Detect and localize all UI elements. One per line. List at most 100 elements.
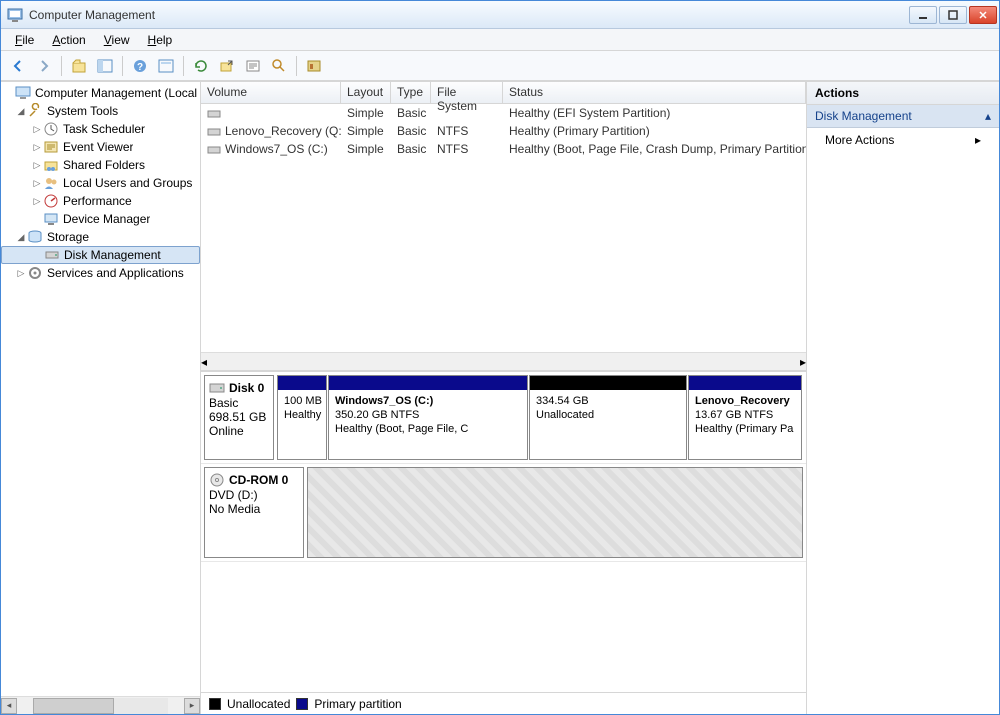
computer-management-window: Computer Management File Action View Hel…	[0, 0, 1000, 715]
menu-file[interactable]: File	[7, 31, 42, 49]
volume-list: Volume Layout Type File System Status Si…	[201, 82, 806, 372]
scroll-left-icon[interactable]: ◂	[1, 698, 17, 714]
tree-scrollbar[interactable]: ◂ ▸	[1, 696, 200, 714]
tree-root[interactable]: Computer Management (Local	[1, 84, 200, 102]
scroll-right-icon[interactable]: ▸	[800, 355, 806, 369]
col-volume[interactable]: Volume	[201, 82, 341, 103]
menu-help[interactable]: Help	[140, 31, 181, 49]
up-button[interactable]	[68, 55, 90, 77]
scroll-right-icon[interactable]: ▸	[184, 698, 200, 714]
partition[interactable]: 334.54 GBUnallocated	[529, 375, 687, 460]
expander-icon[interactable]: ▷	[31, 178, 43, 189]
users-icon	[43, 175, 59, 191]
menu-action[interactable]: Action	[44, 31, 93, 49]
menu-view[interactable]: View	[96, 31, 138, 49]
disk-info[interactable]: CD-ROM 0DVD (D:)No Media	[204, 467, 304, 558]
volume-row[interactable]: Lenovo_Recovery (Q:)SimpleBasicNTFSHealt…	[201, 122, 806, 140]
expander-icon[interactable]: ◢	[15, 232, 27, 243]
event-icon	[43, 139, 59, 155]
tools-icon	[27, 103, 43, 119]
partition[interactable]: Lenovo_Recovery13.67 GB NTFSHealthy (Pri…	[688, 375, 802, 460]
disk-info[interactable]: Disk 0Basic698.51 GBOnline	[204, 375, 274, 460]
volume-row[interactable]: SimpleBasicHealthy (EFI System Partition…	[201, 104, 806, 122]
legend-primary-swatch	[296, 698, 308, 710]
app-icon	[7, 7, 23, 23]
computer-icon	[15, 85, 31, 101]
partition[interactable]: 100 MBHealthy	[277, 375, 327, 460]
device-icon	[43, 211, 59, 227]
services-icon	[27, 265, 43, 281]
tree-device-manager[interactable]: Device Manager	[1, 210, 200, 228]
expander-icon[interactable]: ▷	[31, 196, 43, 207]
legend-unallocated-swatch	[209, 698, 221, 710]
extra-button[interactable]	[303, 55, 325, 77]
storage-icon	[27, 229, 43, 245]
disk-row[interactable]: Disk 0Basic698.51 GBOnline100 MBHealthyW…	[201, 372, 806, 464]
disk-partitions	[307, 467, 803, 558]
expander-icon[interactable]: ◢	[15, 106, 27, 117]
volume-list-header[interactable]: Volume Layout Type File System Status	[201, 82, 806, 104]
tree-system-tools[interactable]: ◢ System Tools	[1, 102, 200, 120]
minimize-button[interactable]	[909, 6, 937, 24]
expander-icon[interactable]: ▷	[15, 268, 27, 279]
volume-row[interactable]: Windows7_OS (C:)SimpleBasicNTFSHealthy (…	[201, 140, 806, 158]
forward-button[interactable]	[33, 55, 55, 77]
partition-empty[interactable]	[307, 467, 803, 558]
clock-icon	[43, 121, 59, 137]
titlebar[interactable]: Computer Management	[1, 1, 999, 29]
tree-shared-folders[interactable]: ▷ Shared Folders	[1, 156, 200, 174]
col-type[interactable]: Type	[391, 82, 431, 103]
legend-primary-label: Primary partition	[314, 697, 401, 711]
tree-event-viewer[interactable]: ▷ Event Viewer	[1, 138, 200, 156]
disk-icon	[209, 472, 225, 488]
disk-icon	[209, 380, 225, 396]
col-fs[interactable]: File System	[431, 82, 503, 103]
actions-more[interactable]: More Actions ▸	[807, 128, 999, 152]
window-title: Computer Management	[29, 8, 909, 22]
menubar: File Action View Help	[1, 29, 999, 51]
tree-disk-management[interactable]: Disk Management	[1, 246, 200, 264]
find-button[interactable]	[268, 55, 290, 77]
tree-task-scheduler[interactable]: ▷ Task Scheduler	[1, 120, 200, 138]
legend-unallocated-label: Unallocated	[227, 697, 290, 711]
tree-local-users[interactable]: ▷ Local Users and Groups	[1, 174, 200, 192]
partition[interactable]: Windows7_OS (C:)350.20 GB NTFSHealthy (B…	[328, 375, 528, 460]
chevron-up-icon: ▴	[985, 109, 991, 123]
legend: Unallocated Primary partition	[201, 692, 806, 714]
volume-list-scrollbar[interactable]: ◂ ▸	[201, 352, 806, 370]
toolbar: ?	[1, 51, 999, 81]
disk-graphical-view: Disk 0Basic698.51 GBOnline100 MBHealthyW…	[201, 372, 806, 714]
settings-button[interactable]	[242, 55, 264, 77]
properties-button[interactable]	[155, 55, 177, 77]
expander-icon[interactable]: ▷	[31, 142, 43, 153]
close-button[interactable]	[969, 6, 997, 24]
disk-partitions: 100 MBHealthyWindows7_OS (C:)350.20 GB N…	[277, 375, 803, 460]
tree-performance[interactable]: ▷ Performance	[1, 192, 200, 210]
export-button[interactable]	[216, 55, 238, 77]
tree[interactable]: Computer Management (Local ◢ System Tool…	[1, 82, 200, 696]
col-layout[interactable]: Layout	[341, 82, 391, 103]
col-status[interactable]: Status	[503, 82, 806, 103]
svg-text:?: ?	[137, 62, 143, 73]
actions-header: Actions	[807, 82, 999, 105]
shared-folder-icon	[43, 157, 59, 173]
tree-pane: Computer Management (Local ◢ System Tool…	[1, 82, 201, 714]
tree-storage[interactable]: ◢ Storage	[1, 228, 200, 246]
scroll-thumb[interactable]	[33, 698, 114, 714]
actions-pane: Actions Disk Management ▴ More Actions ▸	[807, 82, 999, 714]
performance-icon	[43, 193, 59, 209]
expander-icon[interactable]: ▷	[31, 124, 43, 135]
maximize-button[interactable]	[939, 6, 967, 24]
refresh-button[interactable]	[190, 55, 212, 77]
disk-icon	[44, 247, 60, 263]
expander-icon[interactable]: ▷	[31, 160, 43, 171]
chevron-right-icon: ▸	[975, 133, 981, 147]
help-button[interactable]: ?	[129, 55, 151, 77]
back-button[interactable]	[7, 55, 29, 77]
scroll-left-icon[interactable]: ◂	[201, 355, 207, 369]
disk-row[interactable]: CD-ROM 0DVD (D:)No Media	[201, 464, 806, 562]
tree-services[interactable]: ▷ Services and Applications	[1, 264, 200, 282]
main-pane: Volume Layout Type File System Status Si…	[201, 82, 807, 714]
show-hide-tree-button[interactable]	[94, 55, 116, 77]
actions-section[interactable]: Disk Management ▴	[807, 105, 999, 128]
